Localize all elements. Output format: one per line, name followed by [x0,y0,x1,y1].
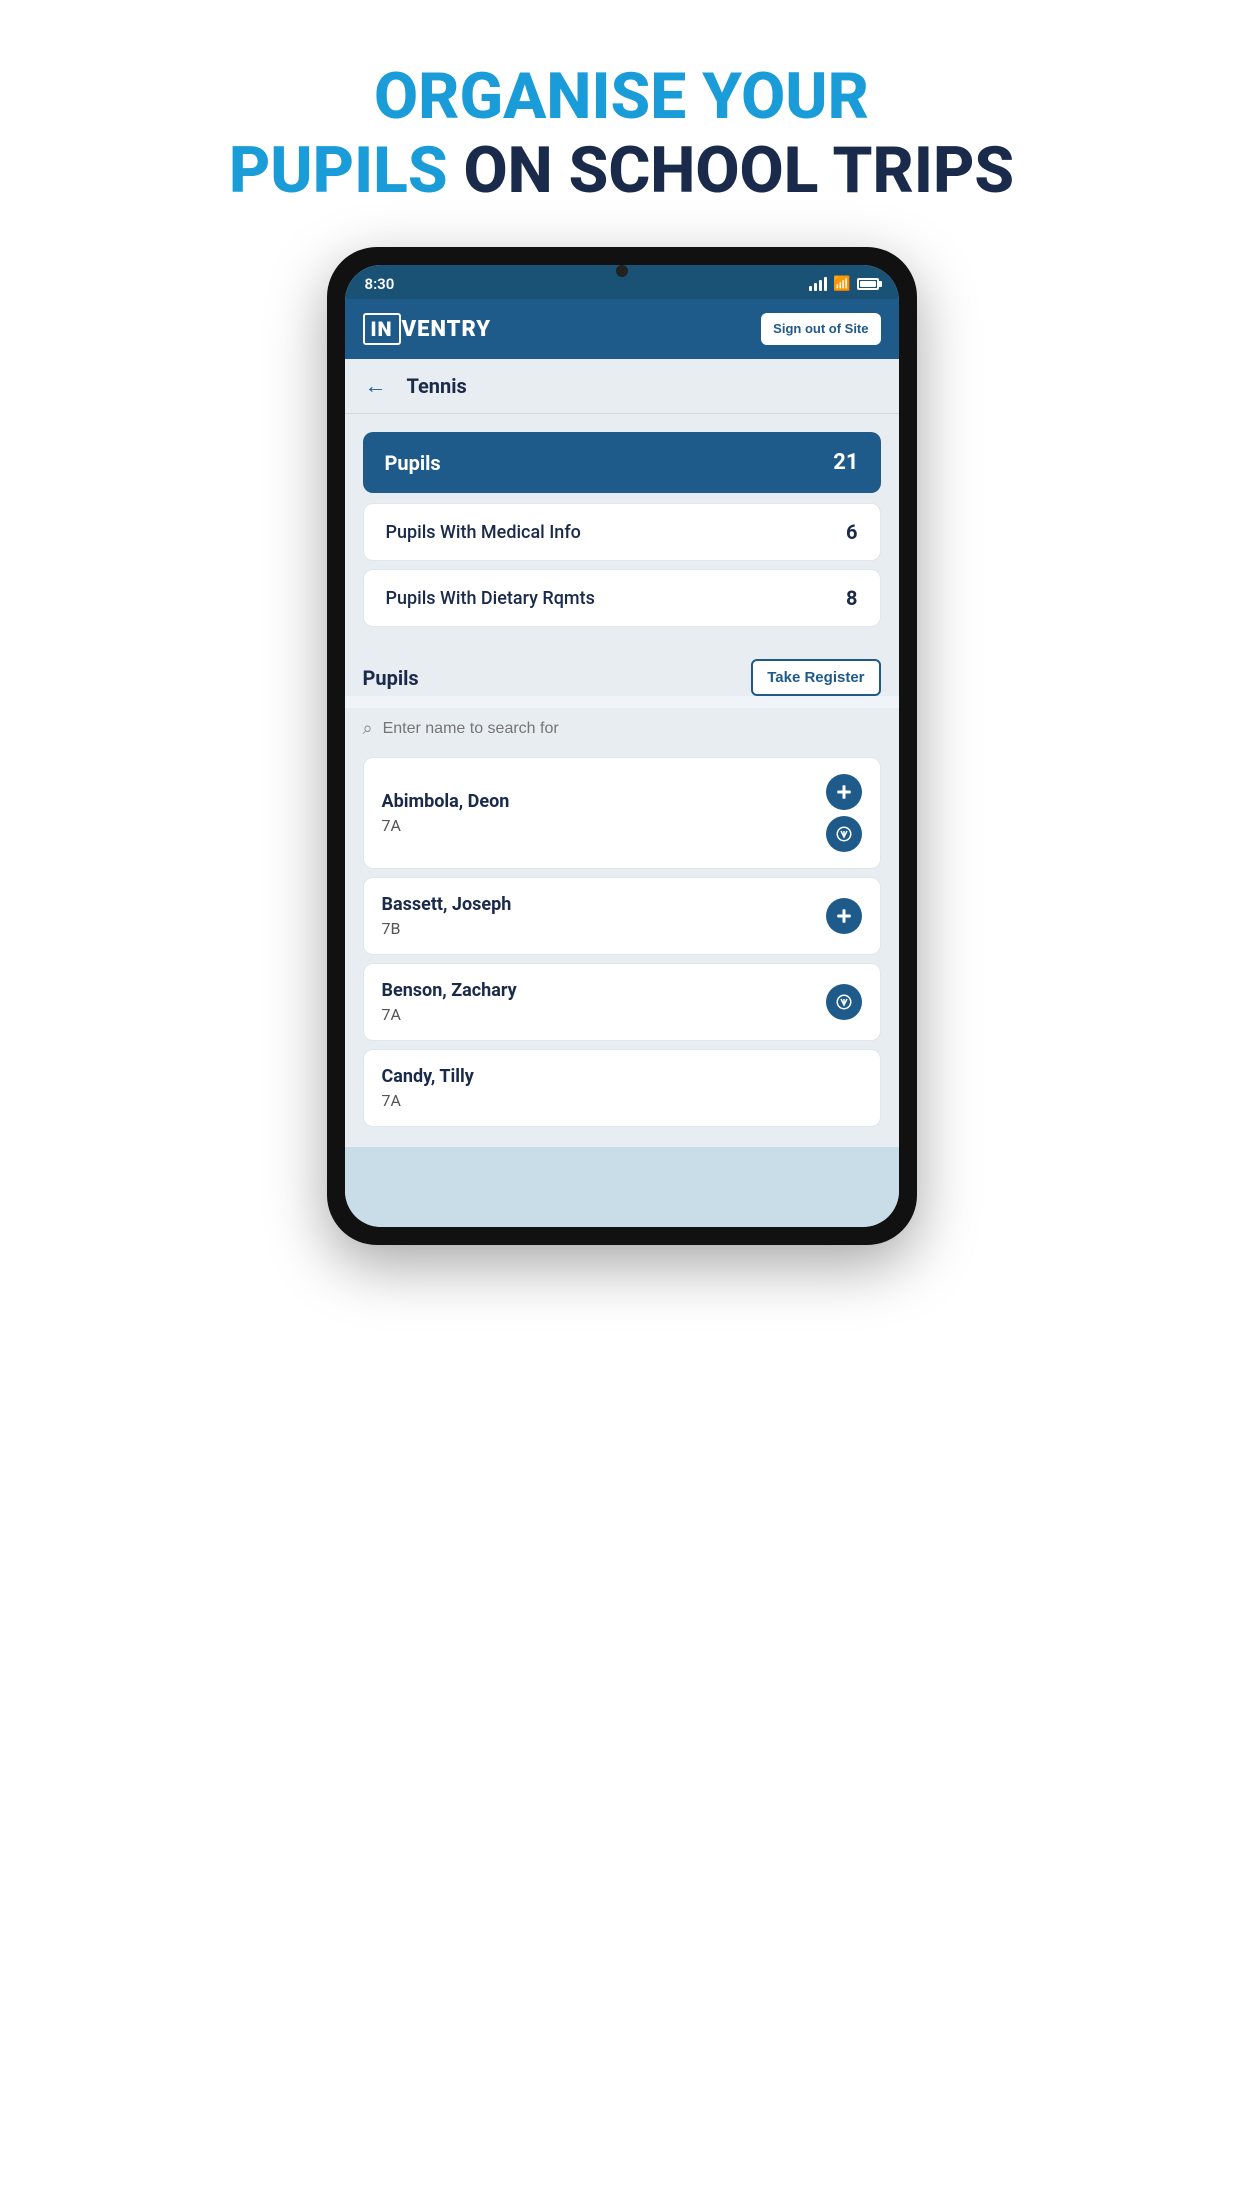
pupil-name-candy: Candy, Tilly [382,1066,862,1087]
stat-card-medical[interactable]: Pupils With Medical Info 6 [363,503,881,561]
status-time: 8:30 [365,275,395,293]
pupil-info-candy: Candy, Tilly 7A [382,1066,862,1110]
phone-device: 8:30 📶 INVENTRY Sign out of Site ← Tenni… [327,247,917,1245]
sign-out-button[interactable]: Sign out of Site [761,313,880,345]
medical-icon-bassett [826,898,862,934]
search-container: ⌕ [345,708,899,757]
search-bar: ⌕ [363,714,881,743]
stat-card-dietary[interactable]: Pupils With Dietary Rqmts 8 [363,569,881,627]
page-header: ORGANISE YOUR PUPILS ON SCHOOL TRIPS [209,0,1034,247]
pupil-name-abimbola: Abimbola, Deon [382,791,826,812]
pupil-info-bassett: Bassett, Joseph 7B [382,894,826,938]
pupil-icons-bassett [826,898,862,934]
pupil-name-bassett: Bassett, Joseph [382,894,826,915]
pupil-card-bassett[interactable]: Bassett, Joseph 7B [363,877,881,955]
pupils-list: Abimbola, Deon 7A [345,757,899,1147]
back-button[interactable]: ← [365,373,387,399]
stat-label-medical: Pupils With Medical Info [386,522,581,543]
stat-count-medical: 6 [846,520,857,544]
pupil-class-benson: 7A [382,1005,826,1024]
stats-section: Pupils 21 Pupils With Medical Info 6 Pup… [345,414,899,645]
battery-icon [857,278,879,290]
app-logo: INVENTRY [363,313,492,345]
search-icon: ⌕ [363,718,373,739]
signal-icon [809,277,827,291]
dietary-icon-abimbola [826,816,862,852]
medical-icon-abimbola [826,774,862,810]
search-input[interactable] [383,720,881,738]
pupils-title: Pupils [363,666,419,690]
pupil-info-abimbola: Abimbola, Deon 7A [382,791,826,835]
pupil-card-candy[interactable]: Candy, Tilly 7A [363,1049,881,1127]
stat-count-pupils: 21 [833,450,858,475]
take-register-button[interactable]: Take Register [751,659,880,696]
header-on: ON SCHOOL TRIPS [463,133,1014,208]
camera-notch [616,265,628,277]
status-icons: 📶 [809,276,878,292]
app-header: INVENTRY Sign out of Site [345,299,899,359]
phone-screen: 8:30 📶 INVENTRY Sign out of Site ← Tenni… [345,265,899,1227]
stat-count-dietary: 8 [846,586,857,610]
pupil-icons-abimbola [826,774,862,852]
pupil-card-abimbola[interactable]: Abimbola, Deon 7A [363,757,881,869]
pupil-class-candy: 7A [382,1091,862,1110]
logo-text: VENTRY [402,317,492,342]
logo-box: IN [363,313,401,345]
header-pupils: PUPILS [229,133,464,208]
pupil-icons-benson [826,984,862,1020]
pupil-class-abimbola: 7A [382,816,826,835]
stat-card-pupils[interactable]: Pupils 21 [363,432,881,493]
header-organise: ORGANISE YOUR [374,59,869,134]
nav-bar: ← Tennis [345,359,899,414]
pupil-card-benson[interactable]: Benson, Zachary 7A [363,963,881,1041]
wifi-icon: 📶 [833,276,850,292]
pupil-class-bassett: 7B [382,919,826,938]
nav-title: Tennis [407,374,467,398]
pupil-name-benson: Benson, Zachary [382,980,826,1001]
pupils-header: Pupils Take Register [363,659,881,696]
pupils-section-header: Pupils Take Register [345,645,899,696]
stat-label-pupils: Pupils [385,451,441,475]
stat-label-dietary: Pupils With Dietary Rqmts [386,588,595,609]
dietary-icon-benson [826,984,862,1020]
bottom-background [345,1147,899,1227]
pupil-info-benson: Benson, Zachary 7A [382,980,826,1024]
